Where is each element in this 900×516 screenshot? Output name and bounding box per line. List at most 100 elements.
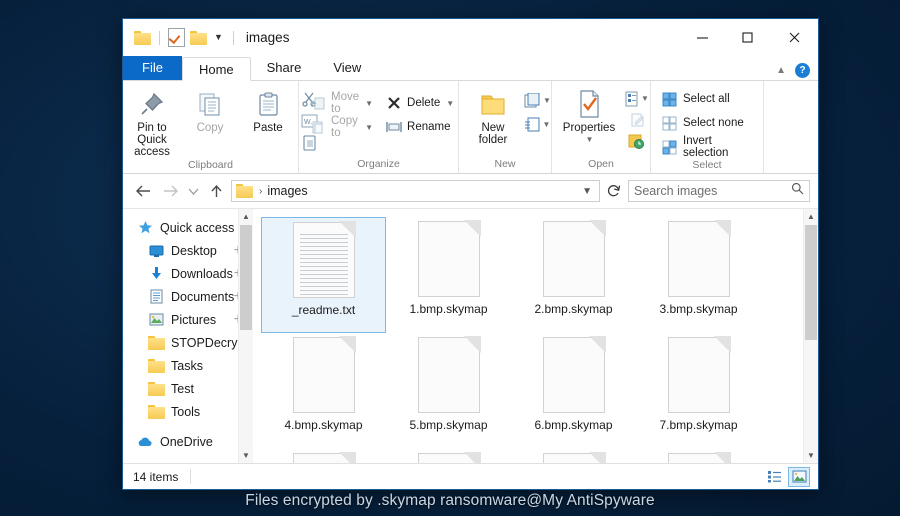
sidebar-scrollbar[interactable]: ▲ ▼ (238, 209, 253, 463)
file-item[interactable]: 4.bmp.skymap (261, 333, 386, 449)
new-small-buttons: ▼ ▼ (523, 86, 551, 134)
file-item[interactable] (386, 449, 511, 463)
new-folder-button[interactable]: New folder (463, 86, 523, 146)
scroll-up-icon[interactable]: ▲ (804, 209, 818, 224)
maximize-button[interactable] (725, 19, 770, 56)
recent-locations-button[interactable] (185, 179, 201, 203)
large-icons-view-button[interactable] (788, 466, 810, 487)
file-list-scrollbar[interactable]: ▲ ▼ (803, 209, 818, 463)
select-all-button[interactable]: Select all (657, 88, 763, 110)
tab-share[interactable]: Share (251, 56, 318, 80)
chevron-down-icon[interactable]: ▼ (543, 120, 551, 129)
sidebar-item-test[interactable]: Test (123, 377, 253, 400)
search-box[interactable]: Search images (628, 180, 810, 202)
sidebar-item-documents[interactable]: Documents ✕ (123, 285, 253, 308)
sidebar-item-onedrive[interactable]: OneDrive (123, 430, 253, 453)
rename-button[interactable]: Rename (381, 116, 458, 138)
breadcrumb-current-folder[interactable]: images (267, 184, 307, 198)
file-item[interactable]: 7.bmp.skymap (636, 333, 761, 449)
edit-button[interactable] (627, 110, 647, 129)
sidebar-item-quick-access[interactable]: Quick access (123, 216, 253, 239)
open-with-button[interactable]: ▼ (623, 89, 650, 108)
folder-icon[interactable] (134, 30, 151, 45)
star-icon (137, 220, 153, 236)
file-item[interactable]: 5.bmp.skymap (386, 333, 511, 449)
sidebar-item-downloads[interactable]: Downloads ✕ (123, 262, 253, 285)
explorer-body: Quick access Desktop ✕ Downloads ✕ Docum… (123, 208, 818, 463)
file-item[interactable] (511, 449, 636, 463)
new-item-button[interactable]: ▼ (523, 91, 551, 110)
easy-access-button[interactable]: ▼ (523, 115, 551, 134)
documents-icon (148, 289, 164, 305)
forward-button[interactable] (158, 179, 182, 203)
file-item[interactable]: 2.bmp.skymap (511, 217, 636, 333)
sidebar-item-pictures[interactable]: Pictures ✕ (123, 308, 253, 331)
desktop-icon (148, 243, 164, 259)
sidebar-item-label: Desktop (171, 243, 217, 258)
chevron-down-icon[interactable]: ▼ (543, 96, 551, 105)
refresh-button[interactable] (603, 180, 625, 202)
file-item[interactable]: 3.bmp.skymap (636, 217, 761, 333)
file-item[interactable]: 6.bmp.skymap (511, 333, 636, 449)
collapse-ribbon-icon[interactable]: ▲ (776, 65, 786, 76)
history-button[interactable] (627, 131, 647, 150)
scrollbar-thumb[interactable] (240, 225, 252, 330)
back-button[interactable] (131, 179, 155, 203)
minimize-button[interactable] (680, 19, 725, 56)
help-button[interactable]: ? (795, 63, 810, 78)
file-item[interactable]: 1.bmp.skymap (386, 217, 511, 333)
paste-button[interactable]: Paste (239, 86, 297, 134)
open-small-buttons: ▼ (623, 86, 650, 150)
delete-button[interactable]: Delete ▼ (381, 92, 458, 114)
select-all-icon (661, 91, 678, 108)
search-icon[interactable] (791, 182, 804, 200)
chevron-down-icon[interactable]: ▼ (582, 186, 595, 197)
file-explorer-window: ▼ images File Home Share View ▲ ? Pin to… (122, 18, 819, 490)
ribbon: Pin to Quick access Copy Paste W... Clip… (123, 81, 818, 174)
invert-selection-button[interactable]: Invert selection (657, 135, 763, 159)
sidebar-item-desktop[interactable]: Desktop ✕ (123, 239, 253, 262)
file-item[interactable]: _readme.txt (261, 217, 386, 333)
sidebar-item-tools[interactable]: Tools (123, 400, 253, 423)
properties-button[interactable]: Properties ▼ (555, 86, 623, 146)
tab-view[interactable]: View (317, 56, 377, 80)
chevron-down-icon[interactable]: ▼ (365, 99, 373, 108)
up-button[interactable] (204, 179, 228, 203)
address-bar: › images ▼ Search images (123, 174, 818, 208)
new-folder-icon[interactable] (190, 30, 207, 45)
move-to-button[interactable]: Move to ▼ (305, 91, 377, 115)
properties-icon[interactable] (168, 28, 185, 47)
delete-x-icon (385, 95, 402, 112)
chevron-down-icon[interactable]: ▼ (212, 33, 225, 42)
chevron-down-icon[interactable]: ▼ (641, 94, 649, 103)
details-view-button[interactable] (763, 467, 785, 487)
chevron-down-icon[interactable]: ▼ (586, 134, 594, 146)
properties-label: Properties (562, 122, 616, 134)
toolbar-divider (232, 30, 234, 45)
scroll-up-icon[interactable]: ▲ (239, 209, 253, 224)
quick-access-toolbar[interactable]: ▼ (123, 19, 237, 56)
copy-to-button[interactable]: Copy to ▼ (305, 115, 377, 139)
chevron-down-icon[interactable]: ▼ (365, 123, 373, 132)
scrollbar-thumb[interactable] (805, 225, 817, 340)
select-none-button[interactable]: Select none (657, 112, 763, 134)
file-item[interactable] (261, 449, 386, 463)
scroll-down-icon[interactable]: ▼ (239, 448, 253, 463)
text-file-icon (292, 221, 356, 298)
pin-to-quick-access-button[interactable]: Pin to Quick access (123, 86, 181, 158)
sidebar-item-stopdecrypter[interactable]: STOPDecrypter (123, 331, 253, 354)
scroll-down-icon[interactable]: ▼ (804, 448, 818, 463)
tab-file[interactable]: File (123, 56, 182, 80)
window-controls[interactable] (680, 19, 818, 56)
close-button[interactable] (770, 19, 818, 56)
file-item[interactable] (636, 449, 761, 463)
breadcrumb[interactable]: › images ▼ (231, 180, 600, 202)
file-list-view[interactable]: _readme.txt 1.bmp.skymap 2.bmp.skymap 3.… (253, 209, 818, 463)
title-bar[interactable]: ▼ images (123, 19, 818, 56)
pictures-icon (148, 312, 164, 328)
sidebar-item-tasks[interactable]: Tasks (123, 354, 253, 377)
search-input[interactable]: Search images (634, 184, 791, 198)
copy-button[interactable]: Copy (181, 86, 239, 134)
tab-home[interactable]: Home (181, 57, 251, 81)
chevron-down-icon[interactable]: ▼ (446, 99, 454, 108)
